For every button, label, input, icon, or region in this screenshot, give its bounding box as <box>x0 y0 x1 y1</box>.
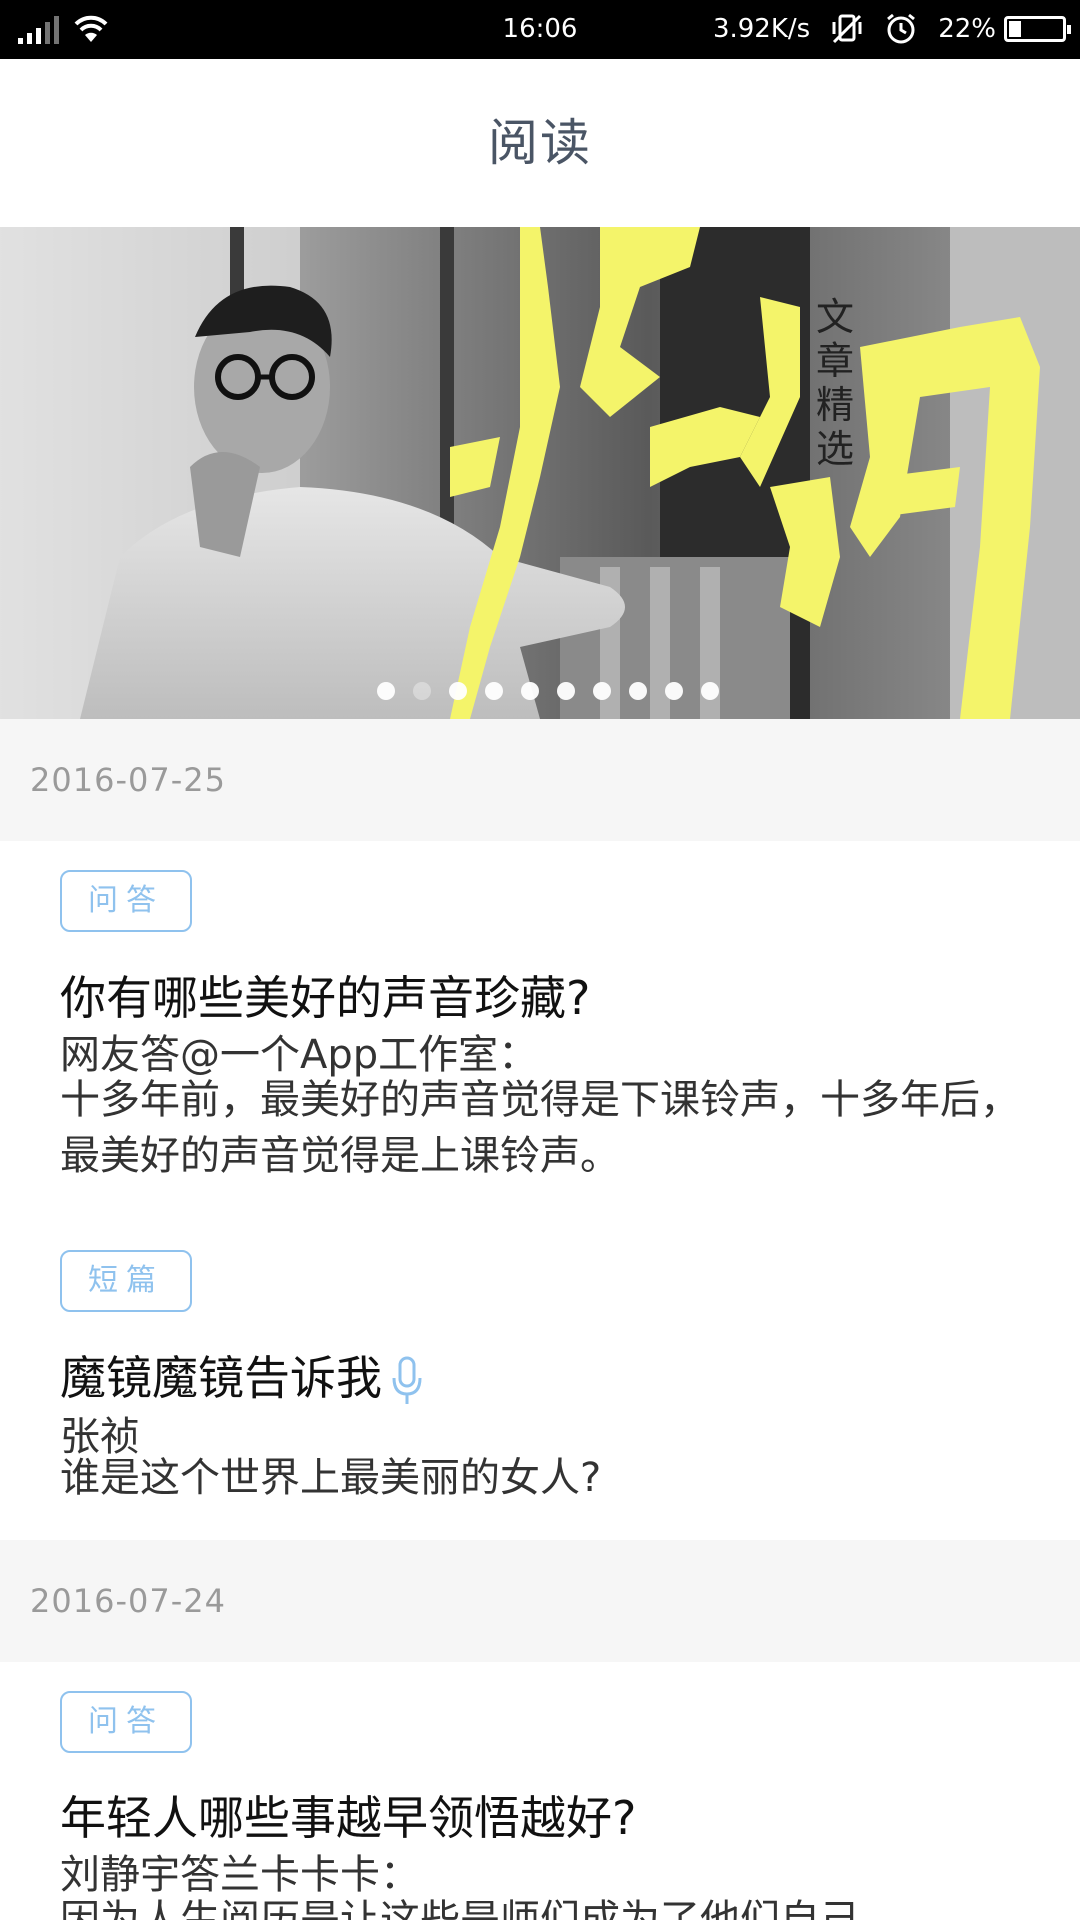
battery: 22% <box>938 14 1071 44</box>
article-title: 魔镜魔镜告诉我 <box>60 1351 382 1405</box>
app-header: 阅读 <box>0 59 1080 227</box>
battery-icon <box>1004 16 1071 42</box>
category-tag: 问答 <box>60 870 192 932</box>
article-card[interactable]: 问答 年轻人哪些事越早领悟越好? 刘静宇答兰卡卡卡： 因为人生阅历是让这些是师们… <box>0 1662 1080 1920</box>
category-tag: 问答 <box>60 1691 192 1753</box>
article-summary: 因为人生阅历是让这些是师们成为了他们自己 <box>60 1897 860 1920</box>
article-title: 年轻人哪些事越早领悟越好? <box>60 1791 637 1845</box>
article-summary: 十多年前，最美好的声音觉得是下课铃声，十多年后，最美好的声音觉得是上课铃声。 <box>60 1077 1020 1179</box>
banner-caption: 文章精选 <box>816 295 855 471</box>
status-bar: 16:06 3.92K/s 22% <box>0 0 1080 59</box>
pager-dot[interactable] <box>557 682 575 700</box>
date-header: 2016-07-25 <box>0 719 1080 841</box>
pager-dot[interactable] <box>485 682 503 700</box>
status-right: 3.92K/s 22% <box>712 12 1071 46</box>
article-title: 你有哪些美好的声音珍藏? <box>60 971 591 1025</box>
microphone-icon <box>392 1356 422 1404</box>
battery-percent: 22% <box>938 14 996 44</box>
article-title-row: 魔镜魔镜告诉我 <box>60 1342 424 1408</box>
date-label: 2016-07-24 <box>30 1582 226 1620</box>
pager-dot[interactable] <box>521 682 539 700</box>
banner-image <box>0 227 1080 719</box>
pager-dot[interactable] <box>413 682 431 700</box>
network-speed: 3.92K/s <box>712 14 811 44</box>
date-label: 2016-07-25 <box>30 761 226 799</box>
pager-dot[interactable] <box>701 682 719 700</box>
featured-banner[interactable]: 文章精选 <box>0 227 1080 719</box>
article-card[interactable]: 短篇 魔镜魔镜告诉我 张祯 谁是这个世界上最美丽的女人? <box>0 1182 1080 1540</box>
date-header: 2016-07-24 <box>0 1540 1080 1662</box>
alarm-icon <box>887 13 916 44</box>
vibrate-icon <box>832 14 862 44</box>
pager-dot[interactable] <box>377 682 395 700</box>
category-tag: 短篇 <box>60 1250 192 1312</box>
article-card[interactable]: 问答 你有哪些美好的声音珍藏? 网友答@一个App工作室： 十多年前，最美好的声… <box>0 841 1080 1182</box>
pager-dot[interactable] <box>665 682 683 700</box>
pager-dot[interactable] <box>629 682 647 700</box>
pager-dot[interactable] <box>449 682 467 700</box>
pager-dot[interactable] <box>593 682 611 700</box>
banner-pager[interactable] <box>377 682 719 700</box>
page-title: 阅读 <box>488 114 592 172</box>
article-summary: 谁是这个世界上最美丽的女人? <box>60 1455 602 1501</box>
